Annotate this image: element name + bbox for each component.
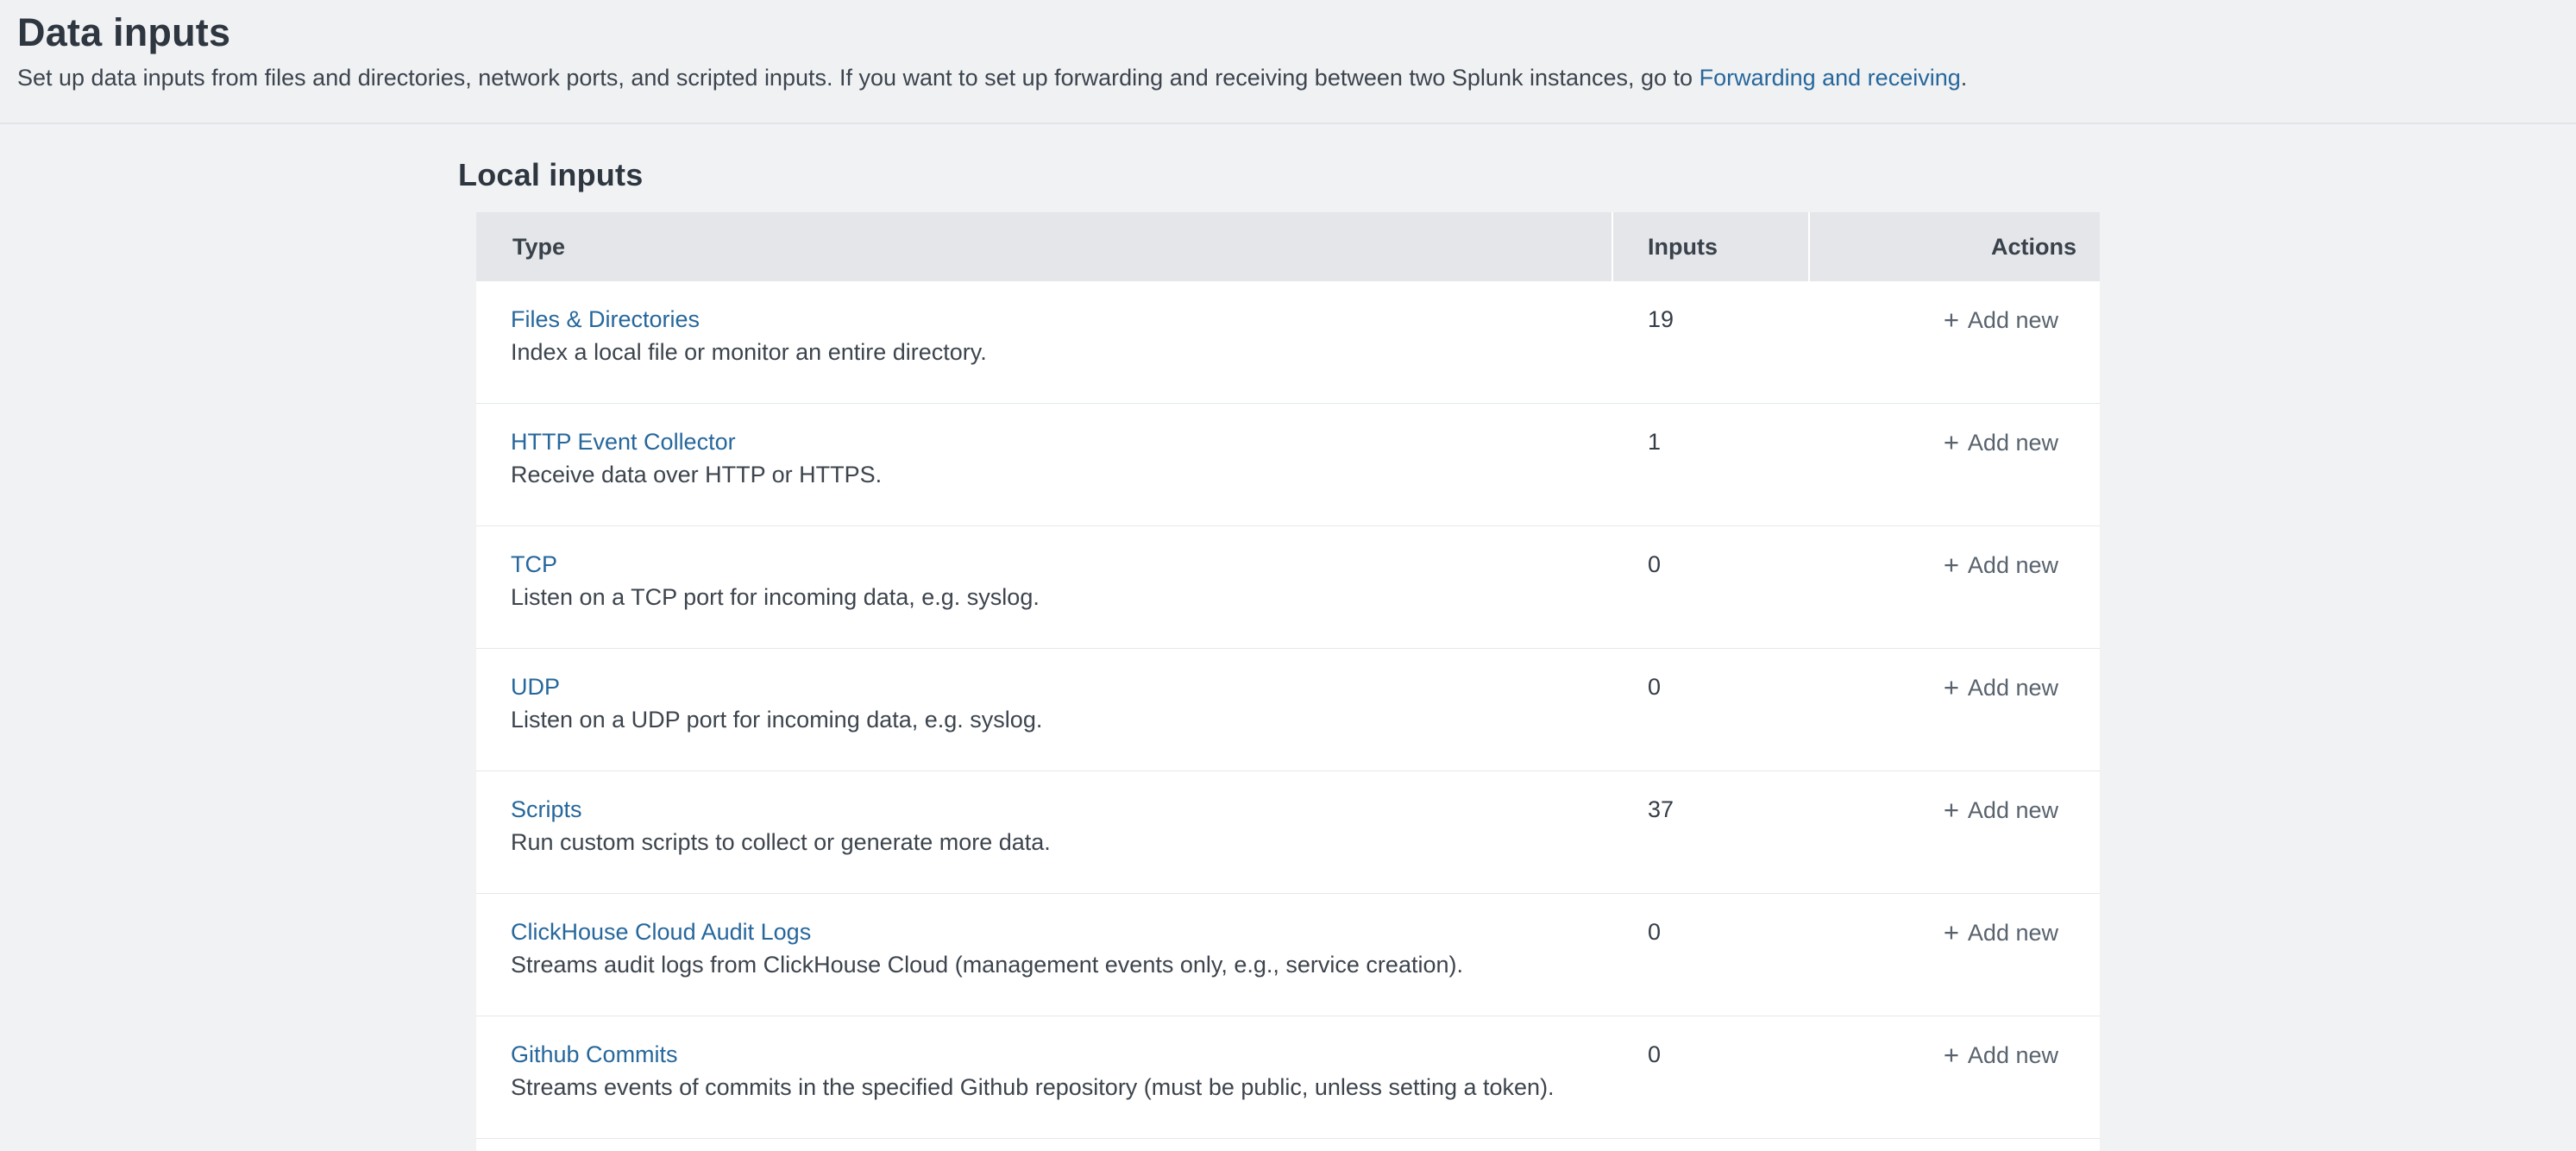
inputs-count: 0 [1648,551,1661,577]
input-type-link[interactable]: UDP [511,670,560,703]
table-row: ClickHouse Cloud Audit Logs Streams audi… [476,894,2100,1016]
add-new-label: Add new [1968,920,2058,946]
actions-cell: + Add new [1810,649,2100,770]
input-type-description: Listen on a UDP port for incoming data, … [511,703,1613,737]
column-header-type[interactable]: Type [476,212,1612,281]
table-row: Files & Directories Index a local file o… [476,281,2100,404]
forwarding-and-receiving-link[interactable]: Forwarding and receiving [1700,65,1961,91]
add-new-label: Add new [1968,430,2058,456]
plus-icon: + [1944,550,1959,580]
add-new-button[interactable]: + Add new [1944,915,2058,949]
table-row: TCP Listen on a TCP port for incoming da… [476,526,2100,649]
input-type-link[interactable]: ClickHouse Cloud Audit Logs [511,915,811,948]
local-inputs-heading: Local inputs [458,158,2576,192]
subtitle-period: . [1961,65,1968,91]
page-title: Data inputs [17,10,2576,55]
inputs-count: 1 [1648,429,1661,455]
plus-icon: + [1944,1040,1959,1070]
inputs-cell: 0 [1613,526,1810,648]
inputs-cell: 37 [1613,771,1810,893]
plus-icon: + [1944,917,1959,947]
add-new-label: Add new [1968,307,2058,333]
add-new-button[interactable]: + Add new [1944,425,2058,459]
actions-cell: + Add new [1810,281,2100,403]
type-cell: Scripts Run custom scripts to collect or… [476,771,1613,893]
input-type-link[interactable]: TCP [511,548,557,581]
next-row-partial [476,1139,2100,1151]
page-header: Data inputs Set up data inputs from file… [0,0,2576,124]
inputs-count: 0 [1648,919,1661,945]
add-new-button[interactable]: + Add new [1944,1038,2058,1072]
add-new-label: Add new [1968,1042,2058,1068]
input-type-description: Streams audit logs from ClickHouse Cloud… [511,948,1613,982]
inputs-count: 37 [1648,796,1674,822]
inputs-cell: 1 [1613,404,1810,525]
inputs-count: 0 [1648,674,1661,700]
table-row: Github Commits Streams events of commits… [476,1016,2100,1139]
inputs-cell: 0 [1613,649,1810,770]
actions-cell: + Add new [1810,526,2100,648]
input-type-link[interactable]: HTTP Event Collector [511,425,736,458]
add-new-label: Add new [1968,675,2058,701]
column-header-actions: Actions [1810,212,2100,281]
input-type-description: Streams events of commits in the specifi… [511,1071,1613,1104]
type-cell: TCP Listen on a TCP port for incoming da… [476,526,1613,648]
inputs-cell: 19 [1613,281,1810,403]
input-type-link[interactable]: Github Commits [511,1038,678,1071]
inputs-count: 0 [1648,1041,1661,1067]
input-type-description: Receive data over HTTP or HTTPS. [511,458,1613,492]
inputs-cell: 0 [1613,894,1810,1016]
type-cell: HTTP Event Collector Receive data over H… [476,404,1613,525]
plus-icon: + [1944,672,1959,702]
input-type-description: Index a local file or monitor an entire … [511,336,1613,369]
table-header-row: Type Inputs Actions [476,212,2100,281]
input-type-link[interactable]: Files & Directories [511,303,700,336]
table-row: HTTP Event Collector Receive data over H… [476,404,2100,526]
inputs-count: 19 [1648,306,1674,332]
type-cell: Files & Directories Index a local file o… [476,281,1613,403]
add-new-button[interactable]: + Add new [1944,548,2058,582]
input-type-description: Listen on a TCP port for incoming data, … [511,581,1613,614]
actions-cell: + Add new [1810,1016,2100,1138]
add-new-button[interactable]: + Add new [1944,670,2058,704]
page-subtitle: Set up data inputs from files and direct… [17,65,2576,91]
input-type-description: Run custom scripts to collect or generat… [511,826,1613,859]
column-header-inputs[interactable]: Inputs [1613,212,1808,281]
plus-icon: + [1944,427,1959,457]
subtitle-text: Set up data inputs from files and direct… [17,65,1700,91]
add-new-label: Add new [1968,797,2058,823]
add-new-button[interactable]: + Add new [1944,303,2058,336]
type-cell: UDP Listen on a UDP port for incoming da… [476,649,1613,770]
add-new-label: Add new [1968,552,2058,578]
local-inputs-table: Type Inputs Actions Files & Directories … [476,212,2100,1151]
input-type-link[interactable]: Scripts [511,793,582,826]
actions-cell: + Add new [1810,404,2100,525]
type-cell: ClickHouse Cloud Audit Logs Streams audi… [476,894,1613,1016]
table-row: UDP Listen on a UDP port for incoming da… [476,649,2100,771]
add-new-button[interactable]: + Add new [1944,793,2058,827]
actions-cell: + Add new [1810,894,2100,1016]
type-cell: Github Commits Streams events of commits… [476,1016,1613,1138]
table-body: Files & Directories Index a local file o… [476,281,2100,1139]
plus-icon: + [1944,795,1959,825]
actions-cell: + Add new [1810,771,2100,893]
plus-icon: + [1944,305,1959,335]
table-row: Scripts Run custom scripts to collect or… [476,771,2100,894]
inputs-cell: 0 [1613,1016,1810,1138]
